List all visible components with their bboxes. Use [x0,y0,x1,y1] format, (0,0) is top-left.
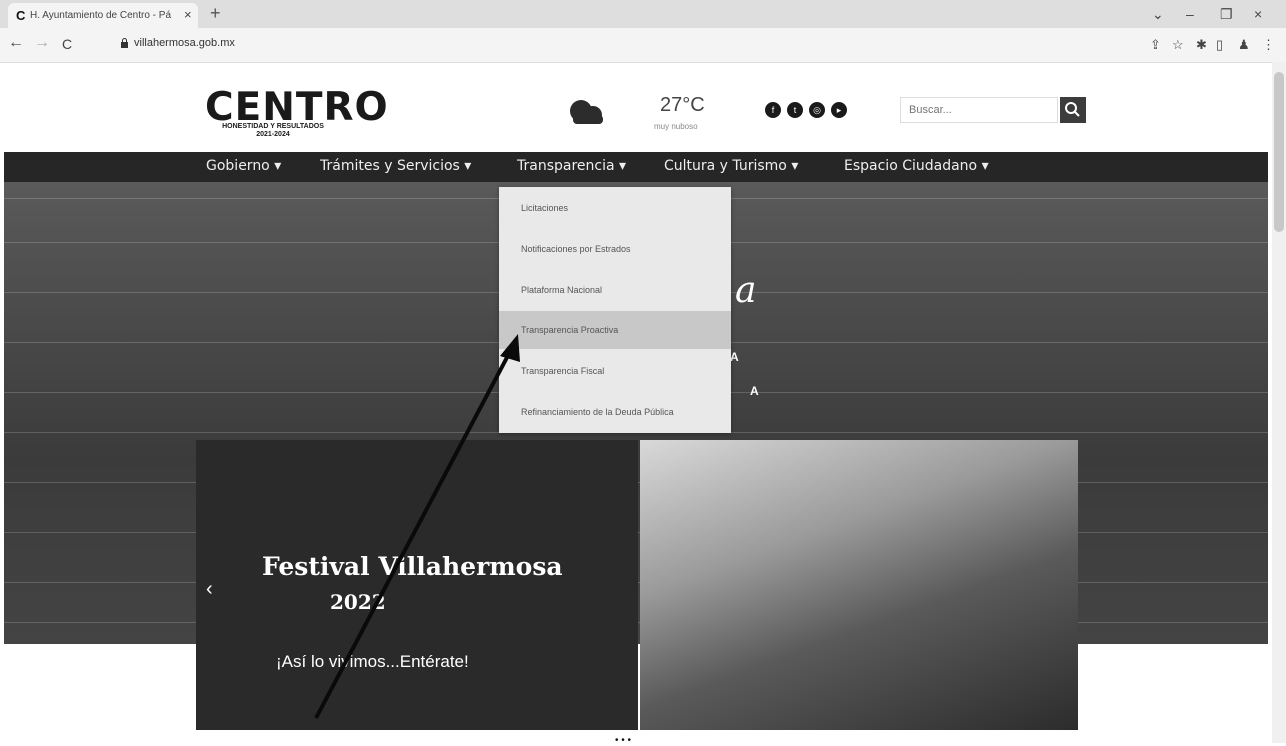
slide-card[interactable] [196,440,638,730]
carousel-prev-button[interactable]: ‹ [206,578,213,601]
star-icon[interactable]: ☆ [1172,37,1184,53]
search-button[interactable] [1060,97,1086,123]
dropdown-item-notificaciones[interactable]: Notificaciones por Estrados [499,230,731,268]
profile-icon[interactable]: ♟ [1238,37,1250,53]
hero-letter: A [730,350,739,364]
dropdown-item-plataforma[interactable]: Plataforma Nacional [499,271,731,309]
lock-icon [120,37,129,51]
scroll-thumb[interactable] [1274,72,1284,232]
close-icon[interactable]: × [184,7,192,22]
search-icon [1065,102,1080,117]
logo-years: 2021-2024 [256,131,290,138]
reload-button[interactable]: C [62,36,72,52]
nav-item-cultura[interactable]: Cultura y Turismo ▾ [664,158,798,174]
share-icon[interactable]: ⇪ [1150,37,1161,53]
slide-photo[interactable] [640,440,1078,730]
instagram-icon[interactable]: ◎ [809,102,825,118]
back-button[interactable]: ← [8,34,24,52]
minimize-button[interactable]: – [1186,6,1194,22]
slide-subtitle: ¡Así lo vivimos...Entérate! [276,652,469,671]
nav-item-tramites[interactable]: Trámites y Servicios ▾ [320,158,471,174]
logo-subtitle: HONESTIDAD Y RESULTADOS [222,123,324,130]
cloud-icon [570,100,603,124]
twitter-icon[interactable]: t [787,102,803,118]
new-tab-button[interactable]: + [210,3,221,24]
facebook-icon[interactable]: f [765,102,781,118]
dropdown-item-transparencia-proactiva[interactable]: Transparencia Proactiva [499,311,731,349]
url-field[interactable]: villahermosa.gob.mx [134,37,235,49]
restore-button[interactable]: ❐ [1220,6,1233,23]
hero-letter: A [750,384,759,398]
menu-icon[interactable]: ⋮ [1262,37,1275,53]
transparencia-dropdown: Licitaciones Notificaciones por Estrados… [499,187,731,433]
forward-button[interactable]: → [34,34,50,52]
nav-item-gobierno[interactable]: Gobierno ▾ [206,158,281,174]
nav-item-transparencia[interactable]: Transparencia ▾ [517,158,626,174]
main-nav [4,152,1268,182]
dropdown-item-transparencia-fiscal[interactable]: Transparencia Fiscal [499,352,731,390]
favicon-icon: C [16,8,26,23]
carousel-dots[interactable]: • • • [615,735,631,746]
dropdown-item-licitaciones[interactable]: Licitaciones [499,189,731,227]
chevron-down-icon[interactable]: ⌄ [1152,6,1164,23]
weather-temperature: 27°C [660,94,705,116]
sidebar-icon[interactable]: ▯ [1216,37,1223,53]
slide-year: 2022 [330,590,386,614]
search-input[interactable] [900,97,1058,123]
slide-title: Festival Villahermosa [262,552,563,581]
window-close-button[interactable]: × [1254,6,1262,22]
youtube-icon[interactable]: ▸ [831,102,847,118]
tab-title: H. Ayuntamiento de Centro - Pá [30,10,172,21]
dropdown-item-refinanciamiento[interactable]: Refinanciamiento de la Deuda Pública [499,393,731,431]
extensions-icon[interactable]: ✱ [1196,37,1207,53]
nav-item-espacio[interactable]: Espacio Ciudadano ▾ [844,158,989,174]
weather-description: muy nuboso [654,122,698,131]
browser-tab[interactable]: C H. Ayuntamiento de Centro - Pá × [8,3,198,28]
hero-script-text: a [735,270,757,311]
